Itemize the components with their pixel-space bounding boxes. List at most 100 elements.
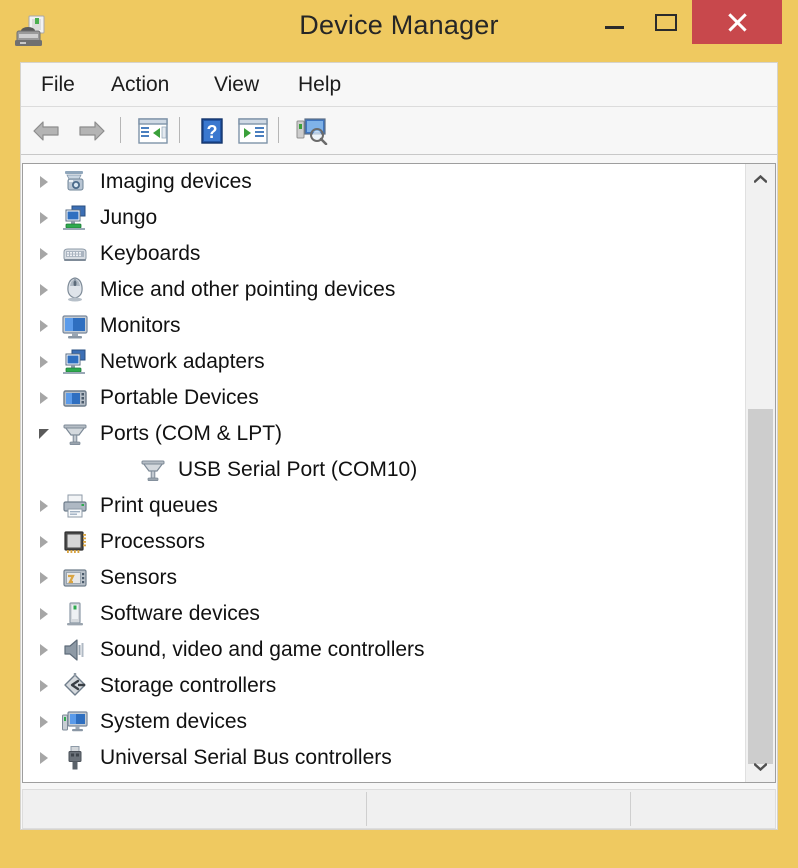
tool-bar: ? bbox=[21, 107, 777, 155]
usb-icon bbox=[61, 744, 89, 772]
tree-row-label: USB Serial Port (COM10) bbox=[178, 458, 418, 481]
collapse-toggle[interactable] bbox=[33, 416, 55, 452]
tree-row-sensors[interactable]: Sensors bbox=[23, 560, 745, 596]
tree-row-label: Storage controllers bbox=[100, 674, 277, 697]
expand-toggle[interactable] bbox=[33, 596, 55, 632]
tree-row-keyboards[interactable]: Keyboards bbox=[23, 236, 745, 272]
expand-toggle[interactable] bbox=[33, 668, 55, 704]
menu-bar: File Action View Help bbox=[21, 63, 777, 107]
back-arrow-icon bbox=[33, 121, 59, 141]
expand-toggle[interactable] bbox=[33, 200, 55, 236]
back-button[interactable] bbox=[27, 113, 65, 149]
system-device-icon bbox=[61, 708, 89, 736]
speaker-icon bbox=[61, 636, 89, 664]
tree-row-label: Mice and other pointing devices bbox=[100, 278, 396, 301]
expand-toggle[interactable] bbox=[33, 560, 55, 596]
expand-toggle[interactable] bbox=[33, 380, 55, 416]
expand-toggle[interactable] bbox=[33, 704, 55, 740]
tree-row-label: Monitors bbox=[100, 314, 181, 337]
expand-toggle[interactable] bbox=[33, 236, 55, 272]
tree-row-label: Jungo bbox=[100, 206, 158, 229]
keyboard-icon bbox=[61, 240, 89, 268]
forward-button[interactable] bbox=[73, 113, 111, 149]
network-adapter-icon bbox=[61, 348, 89, 376]
tree-row-storage-controllers[interactable]: Storage controllers bbox=[23, 668, 745, 704]
chevron-up-icon bbox=[754, 175, 767, 183]
expand-toggle[interactable] bbox=[33, 308, 55, 344]
help-question-icon: ? bbox=[201, 118, 223, 144]
tree-row-monitors[interactable]: Monitors bbox=[23, 308, 745, 344]
tree-row-imaging-devices[interactable]: Imaging devices bbox=[23, 164, 745, 200]
sensor-icon bbox=[61, 564, 89, 592]
device-manager-window: Device Manager File Action View Help ? I… bbox=[0, 0, 798, 868]
chevron-right-icon bbox=[40, 716, 48, 728]
show-hide-console-tree-button[interactable] bbox=[234, 113, 272, 149]
chevron-right-icon bbox=[40, 608, 48, 620]
tree-row-software-devices[interactable]: Software devices bbox=[23, 596, 745, 632]
menu-item-help[interactable]: Help bbox=[290, 71, 349, 99]
printer-icon bbox=[61, 492, 89, 520]
client-area: File Action View Help ? Imaging devices … bbox=[20, 62, 778, 830]
tree-row-label: Software devices bbox=[100, 602, 260, 625]
portable-device-icon bbox=[61, 384, 89, 412]
maximize-button[interactable] bbox=[640, 0, 692, 44]
help-button[interactable]: ? bbox=[193, 113, 231, 149]
tree-row-processors[interactable]: Processors bbox=[23, 524, 745, 560]
status-bar bbox=[22, 789, 776, 829]
vertical-scrollbar[interactable] bbox=[745, 164, 775, 782]
tree-row-label: Network adapters bbox=[100, 350, 265, 373]
status-pane-secondary bbox=[366, 792, 630, 826]
chevron-right-icon bbox=[40, 392, 48, 404]
menu-item-action[interactable]: Action bbox=[103, 71, 177, 99]
tree-row-sound-video-and-game-controllers[interactable]: Sound, video and game controllers bbox=[23, 632, 745, 668]
expand-toggle[interactable] bbox=[33, 740, 55, 776]
tree-row-usb-serial-port-com10[interactable]: USB Serial Port (COM10) bbox=[23, 452, 745, 488]
close-button[interactable] bbox=[692, 0, 782, 44]
status-pane-tertiary bbox=[630, 792, 776, 826]
toolbar-separator bbox=[120, 117, 121, 143]
properties-button[interactable] bbox=[134, 113, 172, 149]
chevron-right-icon bbox=[40, 284, 48, 296]
expand-toggle[interactable] bbox=[33, 524, 55, 560]
tree-row-network-adapters[interactable]: Network adapters bbox=[23, 344, 745, 380]
tree-row-label: Ports (COM & LPT) bbox=[100, 422, 283, 445]
tree-row-jungo[interactable]: Jungo bbox=[23, 200, 745, 236]
chevron-down-icon bbox=[39, 429, 49, 439]
chevron-down-icon bbox=[754, 763, 767, 771]
console-panel-icon bbox=[238, 118, 268, 144]
minimize-button[interactable] bbox=[588, 0, 640, 44]
tree-row-mice-and-other-pointing-devices[interactable]: Mice and other pointing devices bbox=[23, 272, 745, 308]
expand-toggle[interactable] bbox=[33, 632, 55, 668]
tree-row-system-devices[interactable]: System devices bbox=[23, 704, 745, 740]
tree-row-print-queues[interactable]: Print queues bbox=[23, 488, 745, 524]
scroll-up-button[interactable] bbox=[746, 164, 775, 194]
camera-icon bbox=[61, 168, 89, 196]
storage-controller-icon bbox=[61, 672, 89, 700]
tree-row-label: Print queues bbox=[100, 494, 218, 517]
chevron-right-icon bbox=[40, 680, 48, 692]
tree-row-label: Sound, video and game controllers bbox=[100, 638, 425, 661]
processor-icon bbox=[61, 528, 89, 556]
expand-toggle[interactable] bbox=[33, 488, 55, 524]
scan-for-hardware-changes-button[interactable] bbox=[293, 113, 331, 149]
chevron-right-icon bbox=[40, 752, 48, 764]
expand-toggle[interactable] bbox=[33, 272, 55, 308]
chevron-right-icon bbox=[40, 500, 48, 512]
scroll-down-button[interactable] bbox=[746, 752, 775, 782]
monitor-icon bbox=[61, 312, 89, 340]
device-tree[interactable]: Imaging devices Jungo Keyboards Mice and… bbox=[23, 164, 745, 782]
scrollbar-thumb[interactable] bbox=[748, 409, 773, 764]
expand-toggle[interactable] bbox=[33, 164, 55, 200]
menu-item-view[interactable]: View bbox=[206, 71, 267, 99]
menu-item-file[interactable]: File bbox=[33, 71, 83, 99]
svg-text:?: ? bbox=[207, 122, 218, 142]
tree-row-label: Portable Devices bbox=[100, 386, 259, 409]
expand-toggle[interactable] bbox=[33, 344, 55, 380]
tree-row-label: Keyboards bbox=[100, 242, 201, 265]
forward-arrow-icon bbox=[79, 121, 105, 141]
port-icon bbox=[61, 420, 89, 448]
tree-row-universal-serial-bus-controllers[interactable]: Universal Serial Bus controllers bbox=[23, 740, 745, 776]
tree-row-portable-devices[interactable]: Portable Devices bbox=[23, 380, 745, 416]
tree-row-label: Processors bbox=[100, 530, 206, 553]
tree-row-ports-com-and-lpt[interactable]: Ports (COM & LPT) bbox=[23, 416, 745, 452]
